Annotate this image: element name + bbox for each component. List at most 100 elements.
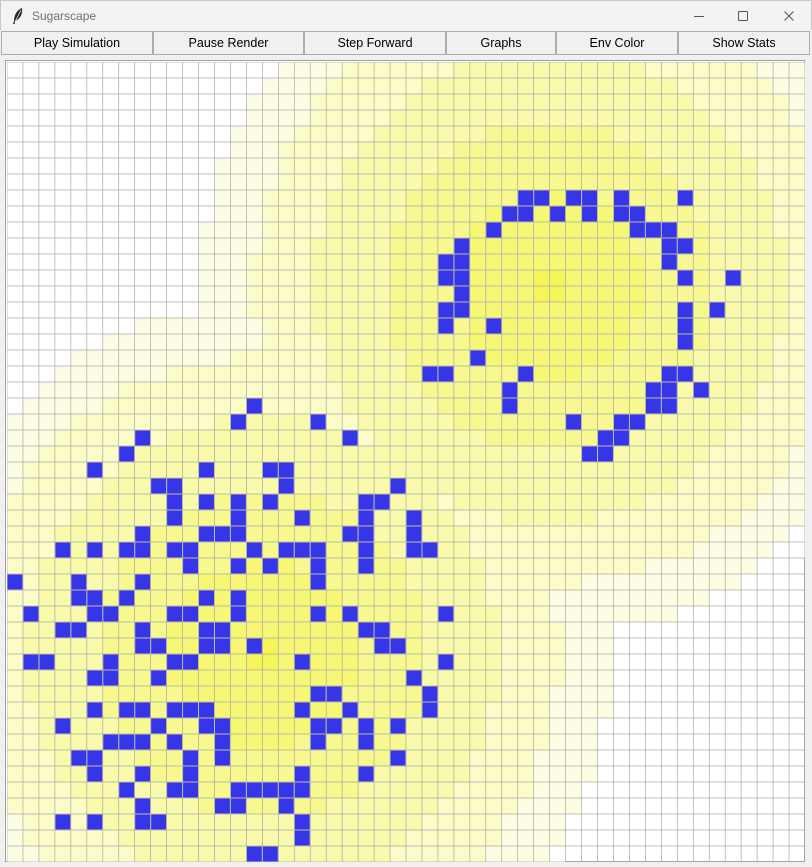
sugar-cell — [453, 126, 470, 142]
sugar-cell — [485, 510, 502, 526]
env-color-button[interactable]: Env Color — [556, 31, 678, 55]
agent-cell — [87, 542, 103, 558]
sugar-cell — [102, 398, 119, 414]
sugar-cell — [437, 638, 454, 654]
show-stats-button[interactable]: Show Stats — [678, 31, 810, 55]
sugar-cell — [22, 494, 39, 510]
sugar-cell — [501, 62, 518, 78]
sugar-cell — [485, 110, 502, 126]
sugar-cell — [597, 606, 614, 622]
sugar-cell — [262, 430, 279, 446]
sugar-cell — [310, 206, 327, 222]
sugar-cell — [789, 158, 805, 174]
sugar-cell — [294, 494, 311, 510]
sugar-cell — [725, 414, 742, 430]
close-icon[interactable] — [766, 1, 812, 31]
sugar-cell — [182, 846, 199, 862]
sugar-cell — [230, 430, 247, 446]
sugarscape-canvas[interactable] — [5, 60, 805, 862]
sugar-cell — [134, 382, 151, 398]
sugar-cell — [342, 558, 359, 574]
sugar-cell — [326, 254, 343, 270]
sugar-cell — [230, 830, 247, 846]
minimize-icon[interactable] — [676, 1, 722, 31]
sugar-cell — [613, 494, 630, 510]
sugar-cell — [629, 190, 646, 206]
sugar-cell — [326, 846, 343, 862]
sugar-cell — [437, 846, 454, 862]
sugar-cell — [565, 302, 582, 318]
sugar-cell — [789, 382, 805, 398]
sugar-cell — [789, 462, 805, 478]
agent-cell — [677, 302, 693, 318]
sugar-cell — [789, 110, 805, 126]
sugar-cell — [661, 126, 678, 142]
sugar-cell — [437, 222, 454, 238]
sugar-cell — [342, 398, 359, 414]
sugar-cell — [773, 286, 790, 302]
sugar-cell — [278, 334, 295, 350]
sugar-cell — [693, 350, 710, 366]
sugar-cell — [421, 254, 438, 270]
sugar-cell — [198, 830, 215, 846]
sugar-cell — [453, 206, 470, 222]
sugar-cell — [725, 558, 742, 574]
sugar-cell — [310, 62, 327, 78]
sugar-cell — [485, 142, 502, 158]
sugar-cell — [741, 462, 758, 478]
sugar-cell — [453, 382, 470, 398]
sugar-cell — [38, 590, 55, 606]
feather-icon — [11, 7, 25, 25]
sugar-cell — [629, 558, 646, 574]
sugar-cell — [38, 526, 55, 542]
sugar-cell — [326, 366, 343, 382]
sugar-cell — [533, 734, 550, 750]
agent-cell — [310, 686, 326, 702]
sugar-cell — [294, 222, 311, 238]
agent-cell — [87, 462, 103, 478]
sugar-cell — [453, 350, 470, 366]
sugar-cell — [789, 334, 805, 350]
play-simulation-button[interactable]: Play Simulation — [1, 31, 153, 55]
sugar-cell — [581, 286, 598, 302]
graphs-button[interactable]: Graphs — [446, 31, 556, 55]
sugar-cell — [741, 222, 758, 238]
sugar-cell — [246, 558, 263, 574]
sugar-cell — [182, 302, 199, 318]
sugar-cell — [246, 350, 263, 366]
sugar-cell — [485, 654, 502, 670]
sugar-cell — [358, 302, 375, 318]
sugar-cell — [709, 270, 726, 286]
sugar-cell — [485, 334, 502, 350]
sugar-cell — [517, 574, 534, 590]
sugar-cell — [693, 142, 710, 158]
sugar-cell — [613, 510, 630, 526]
sugar-cell — [374, 782, 391, 798]
sugar-cell — [517, 590, 534, 606]
sugar-cell — [326, 174, 343, 190]
sugar-cell — [485, 78, 502, 94]
agent-cell — [230, 510, 246, 526]
sugar-cell — [677, 126, 694, 142]
sugar-cell — [54, 606, 71, 622]
sugar-cell — [725, 254, 742, 270]
sugar-cell — [278, 670, 295, 686]
sugar-cell — [645, 302, 662, 318]
sugar-cell — [709, 510, 726, 526]
sugar-cell — [453, 750, 470, 766]
sugar-cell — [773, 78, 790, 94]
agent-cell — [183, 654, 199, 670]
sugar-cell — [70, 830, 87, 846]
sugar-cell — [198, 814, 215, 830]
sugar-cell — [421, 222, 438, 238]
step-forward-button[interactable]: Step Forward — [304, 31, 446, 55]
sugar-cell — [773, 478, 790, 494]
sugar-cell — [310, 142, 327, 158]
sugar-cell — [166, 382, 183, 398]
sugar-cell — [517, 542, 534, 558]
pause-render-button[interactable]: Pause Render — [153, 31, 304, 55]
agent-cell — [55, 542, 71, 558]
maximize-icon[interactable] — [720, 1, 766, 31]
sugar-cell — [390, 110, 406, 126]
sugar-cell — [182, 318, 199, 334]
